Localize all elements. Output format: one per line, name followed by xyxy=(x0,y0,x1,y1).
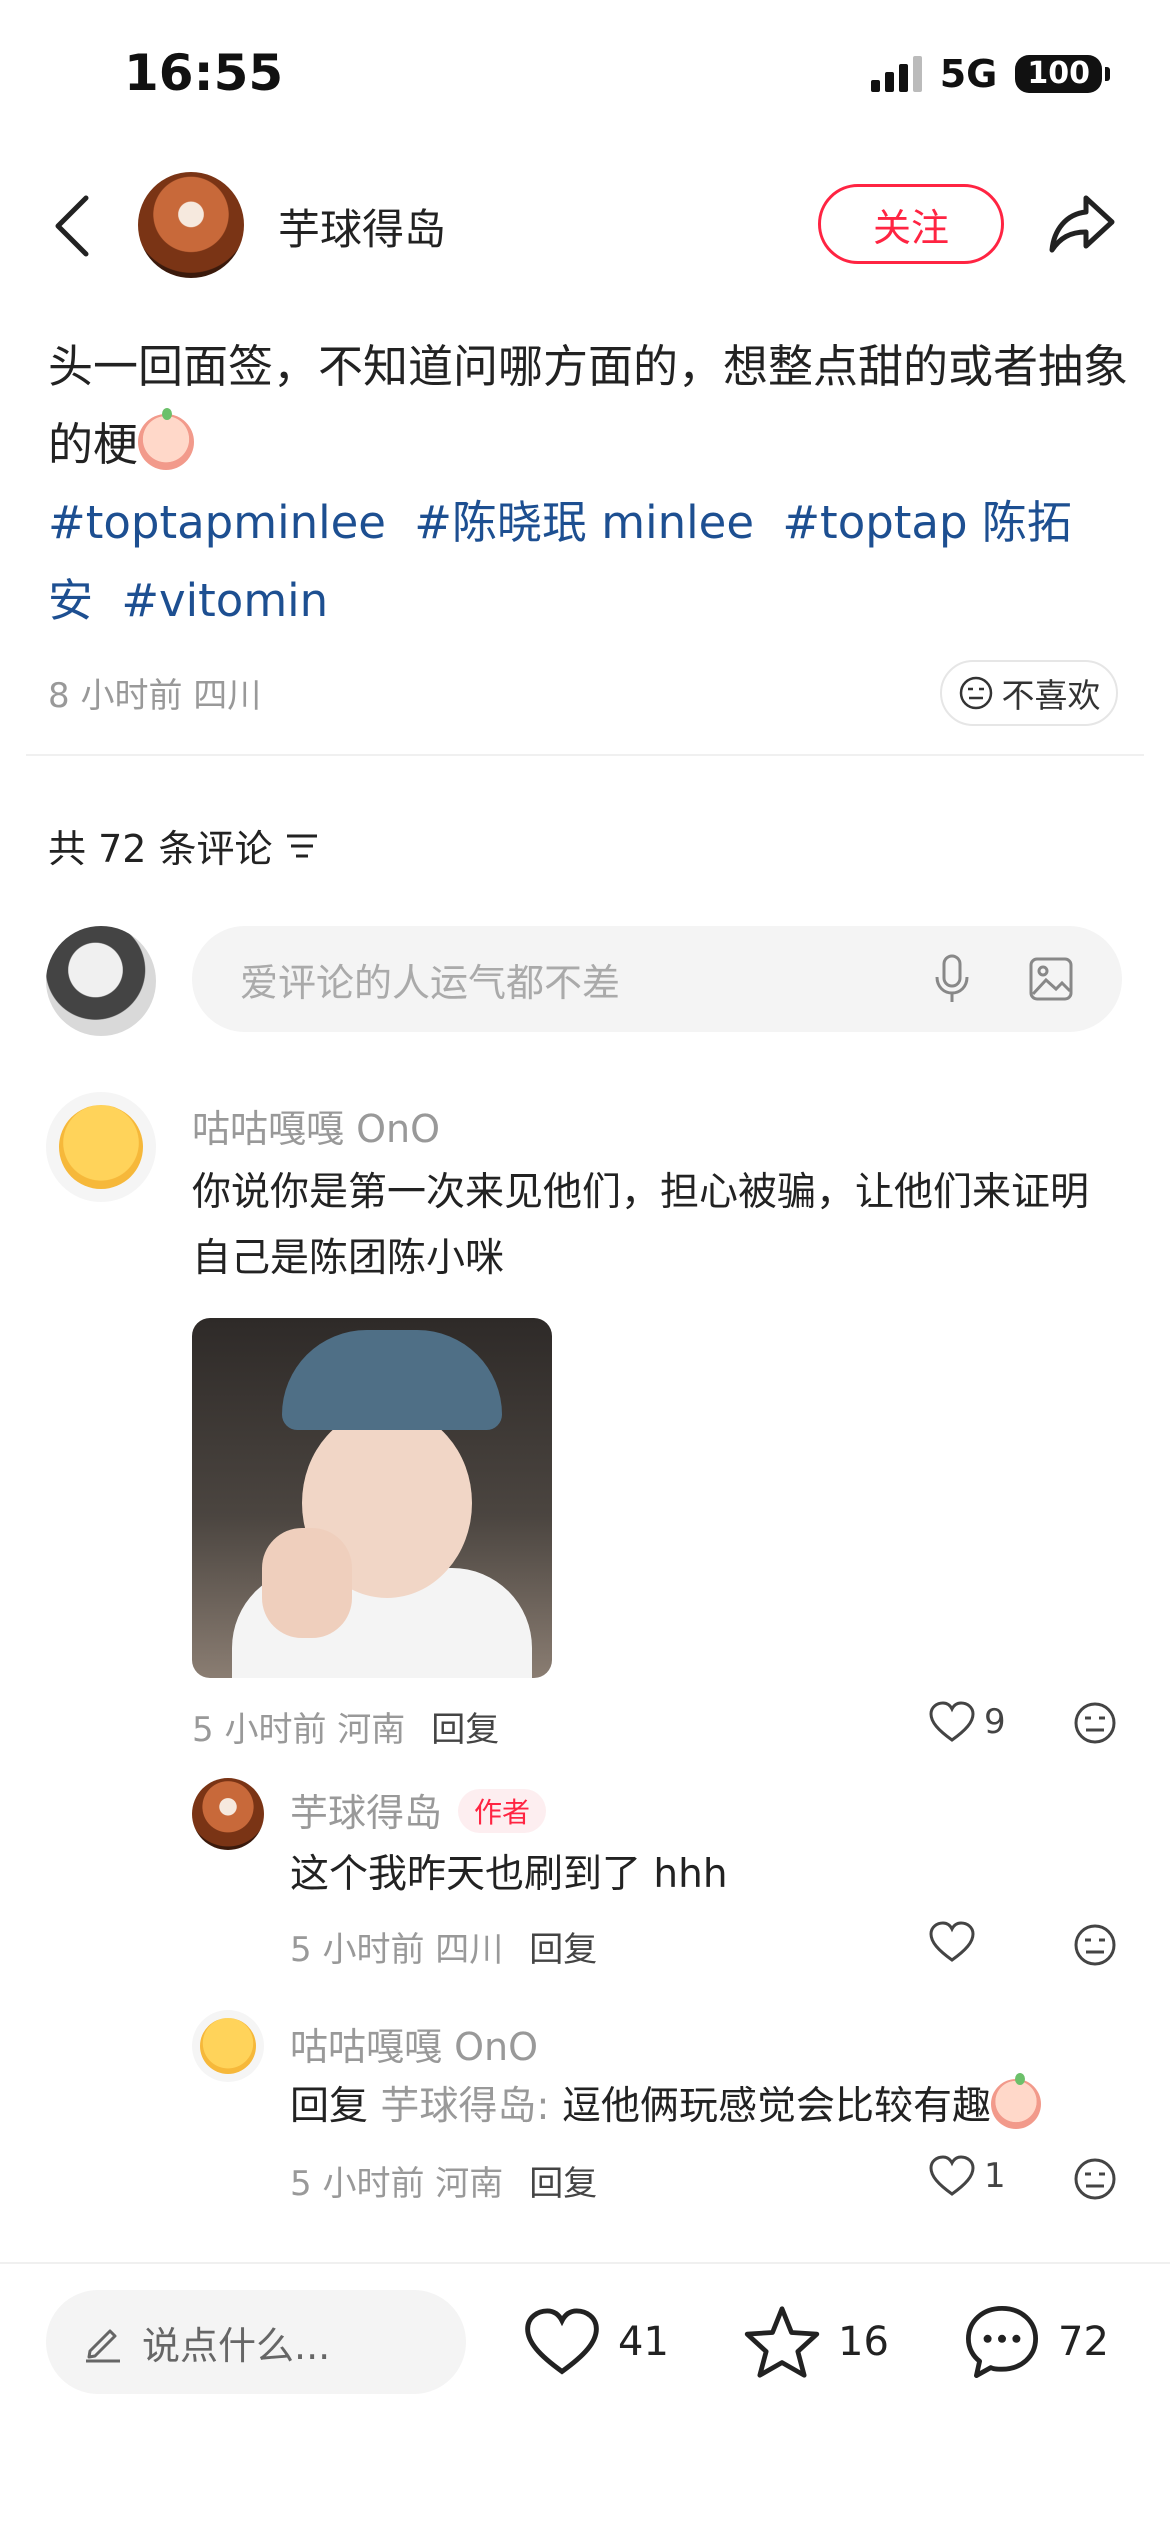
star-icon xyxy=(744,2306,820,2378)
my-avatar[interactable] xyxy=(46,926,156,1036)
reply-user-name: 芋球得岛 xyxy=(290,1791,443,1835)
back-icon[interactable] xyxy=(46,190,106,262)
share-icon[interactable] xyxy=(1046,188,1118,260)
hashtag-list: #toptapminlee #陈晓珉 minlee #toptap 陈拓安 #v… xyxy=(48,484,1128,640)
signal-icon xyxy=(870,56,922,92)
reply-text: 回复 芋球得岛: 逗他俩玩感觉会比较有趣 xyxy=(290,2073,1130,2140)
comment-count-label: 共 72 条评论 xyxy=(48,827,273,871)
reply-button[interactable]: 回复 xyxy=(431,1710,499,1750)
battery-icon: 100 xyxy=(1015,55,1110,93)
like-post-button[interactable]: 41 xyxy=(522,2296,669,2388)
reply-time-location: 5 小时前 河南 xyxy=(290,2164,504,2204)
post-body: 头一回面签，不知道问哪方面的，想整点甜的或者抽象的梗 xyxy=(48,340,1129,471)
status-indicators: 5G 100 xyxy=(870,52,1110,96)
author-avatar[interactable] xyxy=(138,172,244,278)
dislike-button[interactable]: 不喜欢 xyxy=(940,660,1118,726)
like-count: 9 xyxy=(984,1702,1006,1742)
heart-icon xyxy=(525,2308,599,2375)
reply-like-button[interactable]: 1 xyxy=(928,2154,1006,2198)
heart-icon xyxy=(929,2155,975,2196)
reply-user-name[interactable]: 咕咕嘎嘎 OnO xyxy=(290,2016,538,2071)
author-badge: 作者 xyxy=(458,1789,547,1833)
dislike-face-icon[interactable] xyxy=(1072,2156,1118,2202)
dislike-face-icon[interactable] xyxy=(1072,1700,1118,1746)
follow-button[interactable]: 关注 xyxy=(818,184,1004,264)
comment-time-location: 5 小时前 河南 xyxy=(192,1710,406,1750)
dislike-face-icon[interactable] xyxy=(1072,1922,1118,1968)
hashtag[interactable]: #vitomin xyxy=(121,574,328,627)
image-icon[interactable] xyxy=(1028,956,1074,1002)
reply-like-button[interactable] xyxy=(928,1920,984,1964)
microphone-icon[interactable] xyxy=(932,953,972,1005)
reply-time-location: 5 小时前 四川 xyxy=(290,1930,504,1970)
smiling-face-icon xyxy=(59,1105,143,1189)
meh-face-icon xyxy=(959,676,992,710)
post-like-count: 41 xyxy=(618,2319,669,2365)
reply-user[interactable]: 芋球得岛 作者 xyxy=(290,1782,547,1837)
reply-prefix: 回复 xyxy=(290,2084,369,2129)
commenter-name[interactable]: 咕咕嘎嘎 OnO xyxy=(192,1098,440,1153)
reply-text: 这个我昨天也刷到了 hhh xyxy=(290,1852,728,1897)
commenter-avatar[interactable] xyxy=(46,1092,156,1202)
author-name[interactable]: 芋球得岛 xyxy=(278,196,446,257)
like-count: 1 xyxy=(984,2156,1006,2196)
comment-input[interactable]: 爱评论的人运气都不差 xyxy=(192,926,1122,1032)
comment-count-header[interactable]: 共 72 条评论 xyxy=(48,818,319,873)
favorite-count: 16 xyxy=(838,2319,889,2365)
reply-meta: 5 小时前 河南 回复 xyxy=(290,2156,597,2205)
post-text: 头一回面签，不知道问哪方面的，想整点甜的或者抽象的梗 xyxy=(48,328,1128,484)
sort-filter-icon[interactable] xyxy=(285,831,319,861)
reply-button[interactable]: 回复 xyxy=(529,2164,597,2204)
divider xyxy=(26,754,1144,756)
network-label: 5G xyxy=(939,52,998,96)
battery-level: 100 xyxy=(1015,55,1102,93)
bottom-input-placeholder: 说点什么... xyxy=(142,2323,331,2368)
comment-like-button[interactable]: 9 xyxy=(928,1700,1006,1744)
comments-button[interactable]: 72 xyxy=(962,2296,1109,2388)
laughing-face-emoji-icon xyxy=(990,2073,1041,2129)
reply-meta: 5 小时前 四川 回复 xyxy=(290,1922,597,1971)
dislike-label: 不喜欢 xyxy=(1001,676,1101,715)
comment-input-placeholder: 爱评论的人运气都不差 xyxy=(240,960,621,1005)
pencil-icon xyxy=(86,2329,120,2363)
smiling-face-icon xyxy=(200,2018,256,2074)
comment-bubble-icon xyxy=(966,2306,1038,2378)
heart-icon xyxy=(929,1921,975,1962)
favorite-button[interactable]: 16 xyxy=(742,2296,889,2388)
reply-to-user[interactable]: 芋球得岛: xyxy=(380,2084,549,2129)
reply-avatar[interactable] xyxy=(192,1778,264,1850)
status-time: 16:55 xyxy=(124,44,284,102)
hashtag[interactable]: #陈晓珉 minlee xyxy=(414,496,754,549)
bottom-divider xyxy=(0,2262,1170,2264)
reply-button[interactable]: 回复 xyxy=(529,1930,597,1970)
reply-body: 逗他俩玩感觉会比较有趣 xyxy=(561,2084,991,2129)
bottom-comment-input[interactable]: 说点什么... xyxy=(46,2290,466,2394)
post-meta: 8 小时前 四川 xyxy=(48,676,262,716)
hashtag[interactable]: #toptapminlee xyxy=(48,496,386,549)
comment-total-count: 72 xyxy=(1058,2319,1109,2365)
heart-icon xyxy=(929,1701,975,1742)
reply-avatar[interactable] xyxy=(192,2010,264,2082)
comment-meta: 5 小时前 河南 回复 xyxy=(192,1702,499,1751)
comment-text: 你说你是第一次来见他们，担心被骗，让他们来证明自己是陈团陈小咪 xyxy=(192,1170,1090,1281)
comment-image[interactable] xyxy=(192,1318,552,1678)
shy-face-emoji-icon xyxy=(138,408,195,470)
